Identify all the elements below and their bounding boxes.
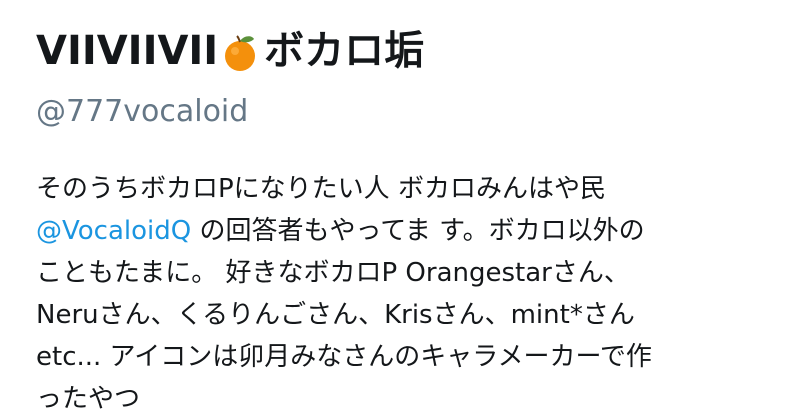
bio-line: etc... アイコンは卯月みなさんのキャラメーカーで作 bbox=[36, 342, 652, 372]
display-name: VIIVIIVII ボカロ垢 bbox=[36, 22, 764, 80]
mention-link[interactable]: @VocaloidQ bbox=[36, 216, 191, 246]
bio-line: @VocaloidQ の回答者もやってま す。ボカロ以外の bbox=[36, 210, 766, 252]
bio-line: そのうちボカロPになりたい人 ボカロみんはや民 bbox=[36, 174, 606, 204]
profile-bio: そのうちボカロPになりたい人 ボカロみんはや民 @VocaloidQ の回答者も… bbox=[36, 168, 766, 420]
user-handle[interactable]: @777vocaloid bbox=[36, 92, 764, 132]
orange-emoji-icon bbox=[222, 33, 258, 73]
bio-line: ったやつ bbox=[36, 384, 141, 414]
display-name-suffix: ボカロ垢 bbox=[264, 28, 425, 74]
bio-line: こともたまに。 好きなボカロP Orangestarさん、 bbox=[36, 258, 630, 288]
display-name-prefix: VIIVIIVII bbox=[36, 28, 219, 74]
bio-text: の回答者もやってま す。ボカロ以外の bbox=[191, 216, 645, 246]
profile-card: VIIVIIVII ボカロ垢 @777vocaloid そのうちボカロPになりた… bbox=[0, 0, 800, 418]
bio-line: Neruさん、くるりんごさん、Krisさん、mint*さん bbox=[36, 300, 635, 330]
